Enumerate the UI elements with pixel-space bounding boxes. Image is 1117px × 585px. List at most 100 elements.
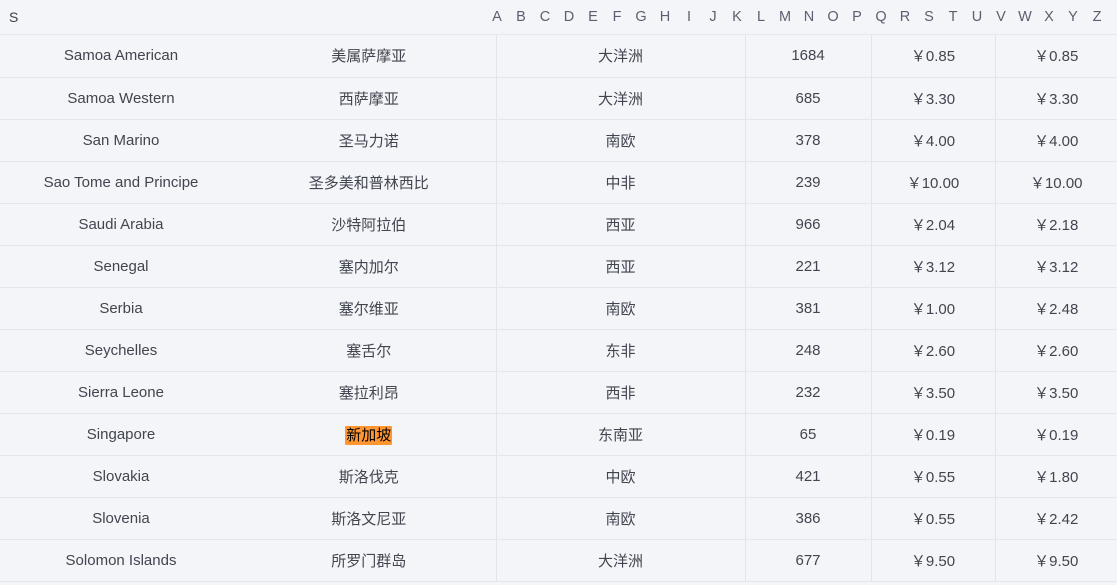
dial-code: 685 — [745, 77, 872, 120]
price-primary: ￥2.60 — [871, 329, 996, 372]
dial-code: 378 — [745, 119, 872, 162]
table-row: Senegal 塞内加尔 西亚 221 ￥3.12 ￥3.12 — [0, 245, 1117, 288]
alphabet-link-p[interactable]: P — [845, 0, 869, 35]
alphabet-link-t[interactable]: T — [941, 0, 965, 35]
dial-code: 421 — [745, 455, 872, 498]
alphabet-link-h[interactable]: H — [653, 0, 677, 35]
region-name: 东非 — [496, 329, 746, 372]
alphabet-link-e[interactable]: E — [581, 0, 605, 35]
region-name: 南欧 — [496, 287, 746, 330]
alphabet-link-o[interactable]: O — [821, 0, 845, 35]
alphabet-link-c[interactable]: C — [533, 0, 557, 35]
alphabet-link-i[interactable]: I — [677, 0, 701, 35]
table-row: San Marino 圣马力诺 南欧 378 ￥4.00 ￥4.00 — [0, 119, 1117, 162]
alphabet-link-a[interactable]: A — [485, 0, 509, 35]
price-primary: ￥3.12 — [871, 245, 996, 288]
country-name-en: Solomon Islands — [0, 539, 242, 582]
country-name-cn: 美属萨摩亚 — [242, 35, 497, 78]
alphabet-nav: ABCDEFGHIJKLMNOPQRSTUVWXYZ — [485, 0, 1109, 35]
region-name: 中欧 — [496, 455, 746, 498]
table-row: Seychelles 塞舌尔 东非 248 ￥2.60 ￥2.60 — [0, 329, 1117, 372]
table-row: Sierra Leone 塞拉利昂 西非 232 ￥3.50 ￥3.50 — [0, 371, 1117, 414]
region-name: 西非 — [496, 371, 746, 414]
region-name: 东南亚 — [496, 413, 746, 456]
price-primary: ￥3.50 — [871, 371, 996, 414]
country-name-cn: 塞拉利昂 — [242, 371, 497, 414]
country-name-cn: 圣多美和普林西比 — [242, 161, 497, 204]
alphabet-link-g[interactable]: G — [629, 0, 653, 35]
country-name-cn: 斯洛文尼亚 — [242, 497, 497, 540]
country-name-cn: 圣马力诺 — [242, 119, 497, 162]
region-name: 中非 — [496, 161, 746, 204]
alphabet-link-s[interactable]: S — [917, 0, 941, 35]
country-name-cn: 所罗门群岛 — [242, 539, 497, 582]
price-secondary: ￥9.50 — [995, 539, 1117, 582]
region-name: 南欧 — [496, 119, 746, 162]
country-name-en: Samoa American — [0, 35, 242, 78]
dial-code: 65 — [745, 413, 872, 456]
price-secondary: ￥2.42 — [995, 497, 1117, 540]
country-rates-table: Samoa American 美属萨摩亚 大洋洲 1684 ￥0.85 ￥0.85 Samo… — [0, 35, 1117, 582]
price-primary: ￥10.00 — [871, 161, 996, 204]
price-secondary: ￥1.80 — [995, 455, 1117, 498]
price-secondary: ￥0.19 — [995, 413, 1117, 456]
price-secondary: ￥3.12 — [995, 245, 1117, 288]
price-primary: ￥0.19 — [871, 413, 996, 456]
country-name-cn: 沙特阿拉伯 — [242, 203, 497, 246]
dial-code: 677 — [745, 539, 872, 582]
alphabet-link-w[interactable]: W — [1013, 0, 1037, 35]
region-name: 西亚 — [496, 245, 746, 288]
country-name-cn: 塞尔维亚 — [242, 287, 497, 330]
table-row: Serbia 塞尔维亚 南欧 381 ￥1.00 ￥2.48 — [0, 287, 1117, 330]
alphabet-link-m[interactable]: M — [773, 0, 797, 35]
price-secondary: ￥2.60 — [995, 329, 1117, 372]
price-primary: ￥3.30 — [871, 77, 996, 120]
alphabet-link-v[interactable]: V — [989, 0, 1013, 35]
table-row: Sao Tome and Principe 圣多美和普林西比 中非 239 ￥10.00… — [0, 161, 1117, 204]
table-body: Samoa American 美属萨摩亚 大洋洲 1684 ￥0.85 ￥0.85 Samo… — [0, 35, 1117, 582]
dial-code: 966 — [745, 203, 872, 246]
country-name-en: Slovakia — [0, 455, 242, 498]
country-name-en: Singapore — [0, 413, 242, 456]
price-primary: ￥0.55 — [871, 497, 996, 540]
region-name: 南欧 — [496, 497, 746, 540]
alphabet-link-q[interactable]: Q — [869, 0, 893, 35]
price-secondary: ￥2.18 — [995, 203, 1117, 246]
alphabet-link-k[interactable]: K — [725, 0, 749, 35]
table-row: Samoa Western 西萨摩亚 大洋洲 685 ￥3.30 ￥3.30 — [0, 77, 1117, 120]
alphabet-link-l[interactable]: L — [749, 0, 773, 35]
price-secondary: ￥4.00 — [995, 119, 1117, 162]
table-row: Slovakia 斯洛伐克 中欧 421 ￥0.55 ￥1.80 — [0, 455, 1117, 498]
alphabet-link-j[interactable]: J — [701, 0, 725, 35]
find-match-highlight: 新加坡 — [345, 425, 393, 445]
price-secondary: ￥0.85 — [995, 35, 1117, 78]
country-name-en: Samoa Western — [0, 77, 242, 120]
alphabet-link-n[interactable]: N — [797, 0, 821, 35]
alphabet-link-b[interactable]: B — [509, 0, 533, 35]
alphabet-link-x[interactable]: X — [1037, 0, 1061, 35]
price-primary: ￥4.00 — [871, 119, 996, 162]
country-name-en: Sao Tome and Principe — [0, 161, 242, 204]
table-row: Samoa American 美属萨摩亚 大洋洲 1684 ￥0.85 ￥0.85 — [0, 35, 1117, 78]
country-name-en: San Marino — [0, 119, 242, 162]
alphabet-link-z[interactable]: Z — [1085, 0, 1109, 35]
alphabet-index-bar: S ABCDEFGHIJKLMNOPQRSTUVWXYZ — [0, 0, 1117, 35]
current-letter-label: S — [9, 9, 19, 25]
country-name-en: Seychelles — [0, 329, 242, 372]
dial-code: 221 — [745, 245, 872, 288]
alphabet-link-u[interactable]: U — [965, 0, 989, 35]
dial-code: 248 — [745, 329, 872, 372]
country-name-cn: 斯洛伐克 — [242, 455, 497, 498]
alphabet-link-r[interactable]: R — [893, 0, 917, 35]
table-row: Singapore 新加坡 东南亚 65 ￥0.19 ￥0.19 — [0, 413, 1117, 456]
dial-code: 1684 — [745, 35, 872, 78]
price-secondary: ￥2.48 — [995, 287, 1117, 330]
dial-code: 232 — [745, 371, 872, 414]
alphabet-link-d[interactable]: D — [557, 0, 581, 35]
table-row: Saudi Arabia 沙特阿拉伯 西亚 966 ￥2.04 ￥2.18 — [0, 203, 1117, 246]
country-name-en: Slovenia — [0, 497, 242, 540]
alphabet-link-y[interactable]: Y — [1061, 0, 1085, 35]
alphabet-link-f[interactable]: F — [605, 0, 629, 35]
dial-code: 239 — [745, 161, 872, 204]
country-name-cn: 西萨摩亚 — [242, 77, 497, 120]
